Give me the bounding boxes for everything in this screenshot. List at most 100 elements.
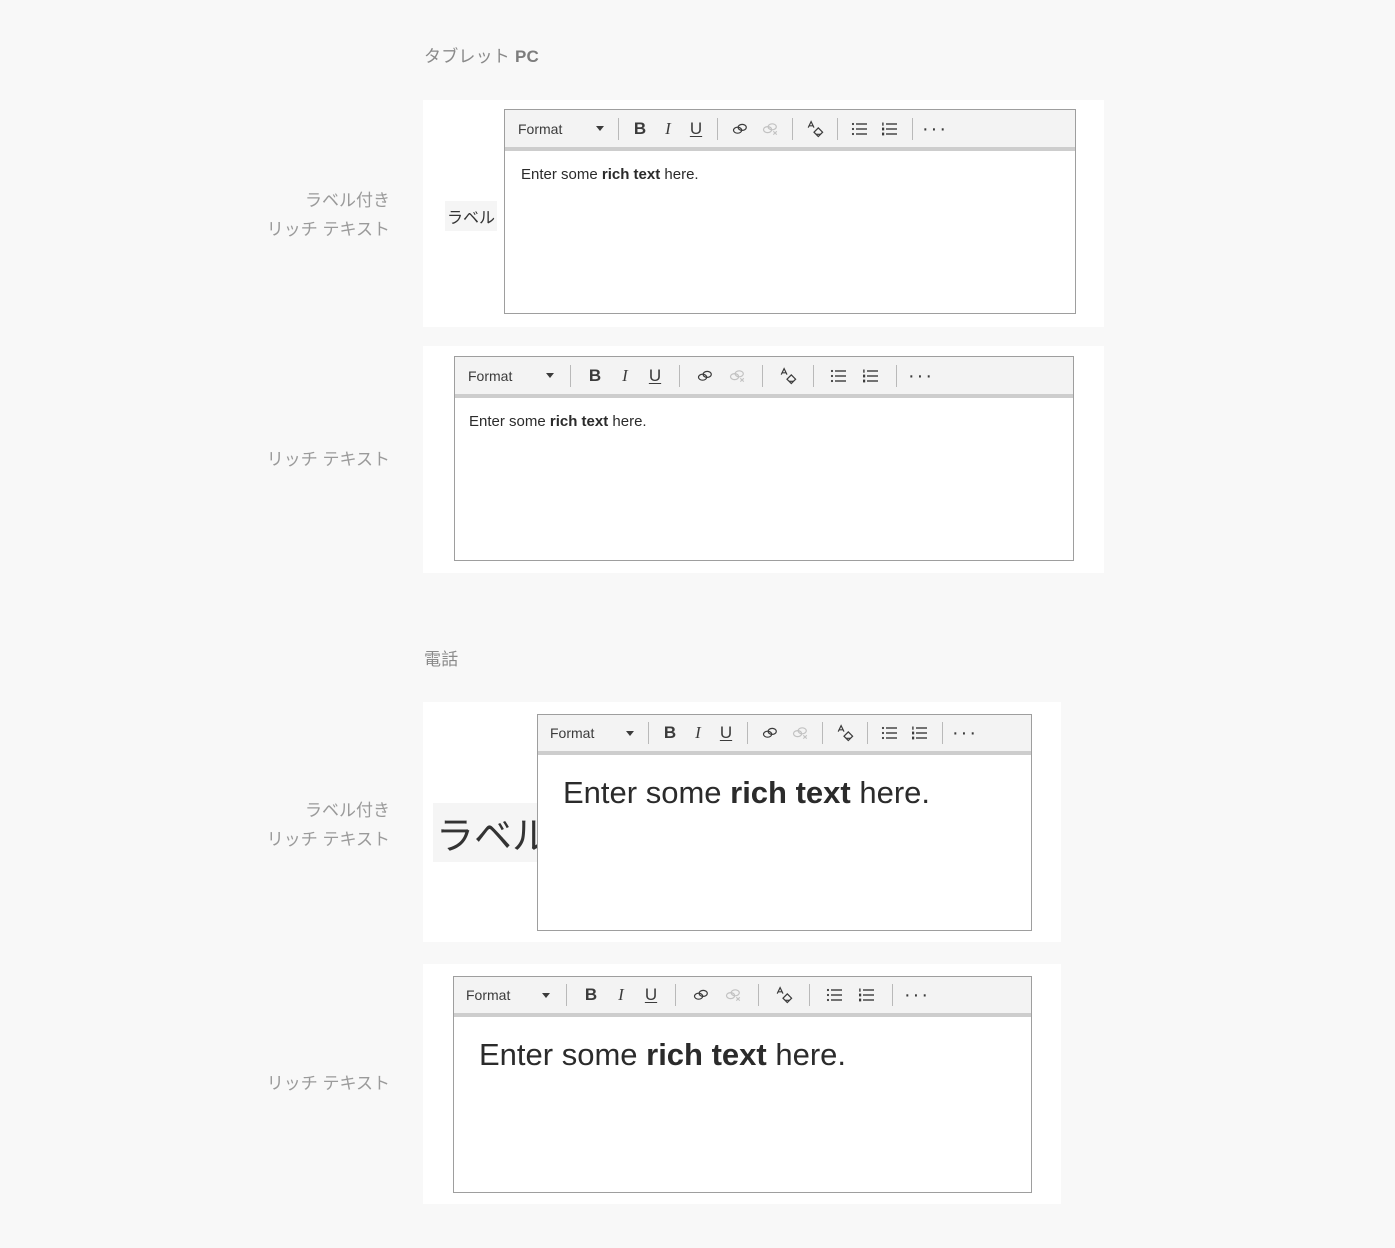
- bulleted-list-icon: [830, 367, 848, 385]
- editor-content-area[interactable]: Enter some rich text here.: [455, 402, 1073, 560]
- toolbar-separator: [675, 984, 676, 1006]
- numbered-list-button[interactable]: [851, 981, 883, 1009]
- toolbar-separator: [837, 117, 838, 140]
- section-header-phone: 電話: [424, 650, 459, 669]
- content-text-after: here.: [608, 413, 647, 430]
- chevron-down-icon: [542, 992, 550, 998]
- row-label-line-1: ラベル付き: [305, 801, 390, 820]
- underline-button[interactable]: U: [636, 981, 666, 1009]
- row-label-labeled-rich-text-phone: ラベル付き リッチ テキスト: [140, 796, 390, 854]
- format-dropdown[interactable]: Format: [461, 362, 561, 390]
- rich-text-editor-labeled-phone[interactable]: Format B I U ··· Enter some rich text he…: [537, 714, 1032, 931]
- editor-content-text: Enter some rich text here.: [479, 1037, 846, 1072]
- content-text-bold: rich text: [730, 775, 851, 810]
- toolbar-separator: [717, 117, 718, 140]
- format-dropdown[interactable]: Format: [543, 720, 641, 747]
- bold-button[interactable]: B: [576, 981, 606, 1009]
- card-labeled-rich-text-tablet: ラベル Format B I U ··· Enter some rich tex…: [423, 100, 1104, 327]
- unlink-icon: [760, 119, 780, 139]
- clear-formatting-button[interactable]: [768, 981, 800, 1009]
- italic-button[interactable]: I: [606, 981, 636, 1009]
- unlink-icon: [723, 985, 743, 1005]
- row-label-line-2: リッチ テキスト: [266, 220, 390, 239]
- bulleted-list-button[interactable]: [875, 719, 905, 747]
- numbered-list-button[interactable]: [875, 115, 905, 143]
- editor-content-area[interactable]: Enter some rich text here.: [505, 155, 1075, 313]
- content-text-after: here.: [660, 166, 699, 183]
- toolbar-separator: [792, 117, 793, 140]
- underline-button[interactable]: U: [682, 115, 710, 143]
- bulleted-list-button[interactable]: [823, 362, 855, 390]
- rich-text-editor-tablet[interactable]: Format B I U ··· Enter some rich text he…: [454, 356, 1074, 561]
- overflow-button[interactable]: ···: [902, 981, 932, 1009]
- toolbar-separator: [813, 364, 814, 387]
- unlink-button: [721, 362, 753, 390]
- toolbar-separator: [566, 984, 567, 1006]
- bold-button[interactable]: B: [580, 362, 610, 390]
- italic-button[interactable]: I: [654, 115, 682, 143]
- numbered-list-icon: [881, 120, 899, 138]
- bold-button[interactable]: B: [626, 115, 654, 143]
- toolbar-separator: [762, 364, 763, 387]
- link-button[interactable]: [689, 362, 721, 390]
- rich-text-editor-labeled-tablet[interactable]: Format B I U ··· Enter some rich text he…: [504, 109, 1076, 314]
- underline-button[interactable]: U: [712, 719, 740, 747]
- row-label-line-2: リッチ テキスト: [266, 830, 390, 849]
- overflow-button[interactable]: ···: [906, 362, 936, 390]
- editor-content-area[interactable]: Enter some rich text here.: [454, 1021, 1031, 1192]
- section-header-tablet-text: タブレット: [424, 47, 515, 66]
- editor-toolbar: Format B I U ···: [538, 715, 1031, 755]
- clear-formatting-icon: [835, 723, 855, 743]
- bulleted-list-button[interactable]: [819, 981, 851, 1009]
- row-label-line-1: ラベル付き: [305, 191, 390, 210]
- format-dropdown-label: Format: [466, 987, 511, 1003]
- editor-toolbar: Format B I U ···: [454, 977, 1031, 1017]
- format-dropdown[interactable]: Format: [511, 115, 611, 143]
- italic-button[interactable]: I: [684, 719, 712, 747]
- unlink-button: [785, 719, 815, 747]
- link-button[interactable]: [685, 981, 717, 1009]
- clear-formatting-button[interactable]: [830, 719, 860, 747]
- link-button[interactable]: [755, 719, 785, 747]
- clear-formatting-icon: [778, 366, 798, 386]
- card-rich-text-tablet: Format B I U ··· Enter some rich text he…: [423, 346, 1104, 573]
- unlink-button: [755, 115, 785, 143]
- toolbar-separator: [822, 722, 823, 744]
- editor-toolbar: Format B I U ···: [455, 357, 1073, 398]
- bulleted-list-icon: [851, 120, 869, 138]
- clear-formatting-button[interactable]: [772, 362, 804, 390]
- editor-content-area[interactable]: Enter some rich text here.: [538, 759, 1031, 930]
- row-label-rich-text-phone: リッチ テキスト: [140, 1069, 390, 1098]
- content-text-before: Enter some: [469, 413, 550, 430]
- numbered-list-button[interactable]: [905, 719, 935, 747]
- format-dropdown[interactable]: Format: [459, 982, 557, 1009]
- content-text-bold: rich text: [549, 413, 609, 430]
- chevron-down-icon: [546, 373, 554, 378]
- toolbar-separator: [892, 984, 893, 1006]
- rich-text-editor-phone[interactable]: Format B I U ··· Enter some rich text he…: [453, 976, 1032, 1193]
- unlink-button: [717, 981, 749, 1009]
- content-text-before: Enter some: [521, 166, 602, 183]
- toolbar-separator: [570, 364, 571, 387]
- underline-button[interactable]: U: [640, 362, 670, 390]
- editor-content-text: Enter some rich text here.: [563, 775, 930, 810]
- numbered-list-button[interactable]: [855, 362, 887, 390]
- italic-button[interactable]: I: [610, 362, 640, 390]
- bulleted-list-button[interactable]: [845, 115, 875, 143]
- toolbar-separator: [648, 722, 649, 744]
- bold-button[interactable]: B: [656, 719, 684, 747]
- content-text-after: here.: [766, 1037, 847, 1072]
- overflow-button[interactable]: ···: [920, 115, 950, 143]
- chevron-down-icon: [626, 730, 634, 736]
- overflow-button[interactable]: ···: [950, 719, 980, 747]
- content-text-bold: rich text: [601, 166, 661, 183]
- link-button[interactable]: [725, 115, 755, 143]
- toolbar-separator: [758, 984, 759, 1006]
- section-header-tablet: タブレット PC: [424, 42, 539, 67]
- clear-formatting-icon: [774, 985, 794, 1005]
- row-label-line-1: リッチ テキスト: [266, 450, 390, 469]
- content-text-after: here.: [850, 775, 931, 810]
- link-icon: [691, 985, 711, 1005]
- clear-formatting-button[interactable]: [800, 115, 830, 143]
- unlink-icon: [727, 366, 747, 386]
